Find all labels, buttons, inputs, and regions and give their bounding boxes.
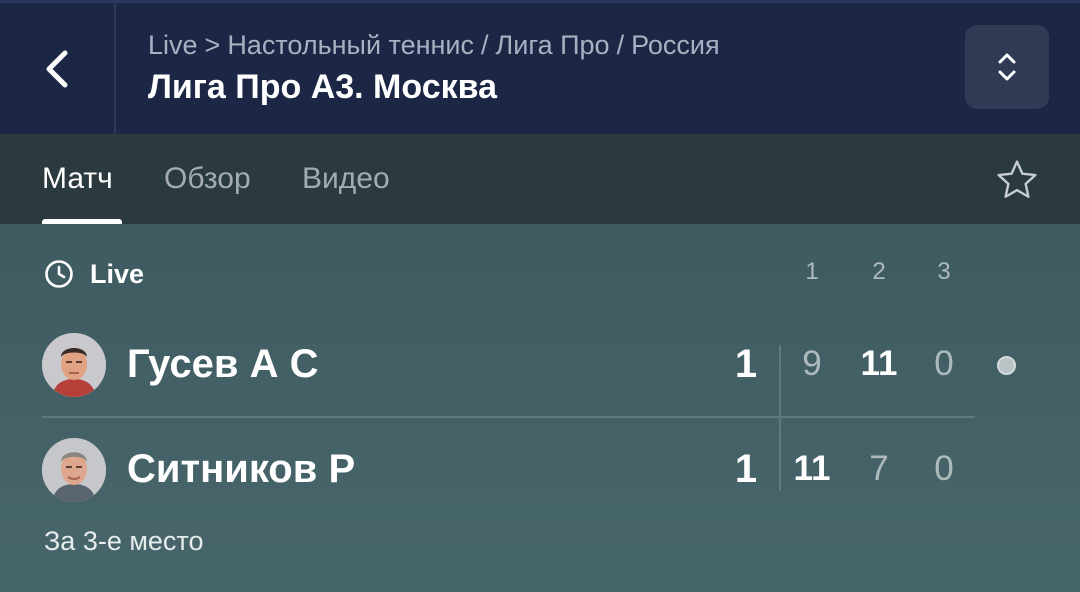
page-title: Лига Про А3. Москва	[148, 68, 497, 106]
player-row[interactable]: Гусев А С 1 9 11 0	[0, 320, 1080, 410]
header-top-line	[0, 0, 1080, 3]
match-round-label: За 3-е место	[44, 526, 204, 556]
header-bar	[0, 0, 1080, 134]
breadcrumb-separator: /	[616, 29, 625, 60]
player-total-score: 1	[734, 447, 758, 491]
tab-overview[interactable]: Обзор	[164, 134, 251, 224]
set-score: 11	[793, 449, 831, 488]
clock-icon	[45, 260, 73, 288]
header-divider	[114, 3, 116, 134]
tab-video[interactable]: Видео	[302, 134, 390, 224]
chevron-left-icon	[46, 50, 68, 87]
breadcrumb-live[interactable]: Live	[148, 30, 198, 61]
set-score: 7	[869, 449, 889, 488]
breadcrumb-separator: >	[204, 29, 221, 60]
set-score: 0	[934, 344, 954, 383]
live-status: Live	[44, 258, 144, 290]
chevron-up-down-icon	[998, 53, 1016, 81]
back-button[interactable]	[0, 3, 114, 134]
set-score: 11	[860, 344, 898, 383]
breadcrumb-sport[interactable]: Настольный теннис	[227, 30, 474, 61]
live-label: Live	[90, 258, 145, 289]
star-icon	[997, 160, 1037, 198]
player-avatar	[42, 333, 106, 397]
row-divider	[42, 416, 975, 418]
player-name: Ситников Р	[127, 447, 356, 491]
player-row[interactable]: Ситников Р 1 11 7 0	[0, 425, 1080, 515]
favorite-button[interactable]	[992, 155, 1042, 205]
tab-match[interactable]: Матч	[42, 134, 113, 224]
set-header-1: 1	[805, 258, 819, 285]
player-photo-icon	[42, 333, 106, 397]
breadcrumb: Live > Настольный теннис / Лига Про / Ро…	[148, 28, 727, 62]
player-photo-icon	[42, 438, 106, 502]
set-score: 0	[934, 449, 954, 488]
breadcrumb-league[interactable]: Лига Про	[496, 30, 610, 61]
player-total-score: 1	[734, 342, 758, 386]
serve-indicator-dot	[997, 356, 1016, 375]
switch-match-button[interactable]	[965, 25, 1049, 109]
set-header-2: 2	[872, 258, 886, 285]
set-score: 9	[802, 344, 822, 383]
tabs-bar	[0, 134, 1080, 224]
set-header-3: 3	[937, 258, 951, 285]
player-name: Гусев А С	[127, 342, 319, 386]
breadcrumb-separator: /	[481, 29, 489, 60]
player-avatar	[42, 438, 106, 502]
breadcrumb-country[interactable]: Россия	[631, 30, 720, 61]
